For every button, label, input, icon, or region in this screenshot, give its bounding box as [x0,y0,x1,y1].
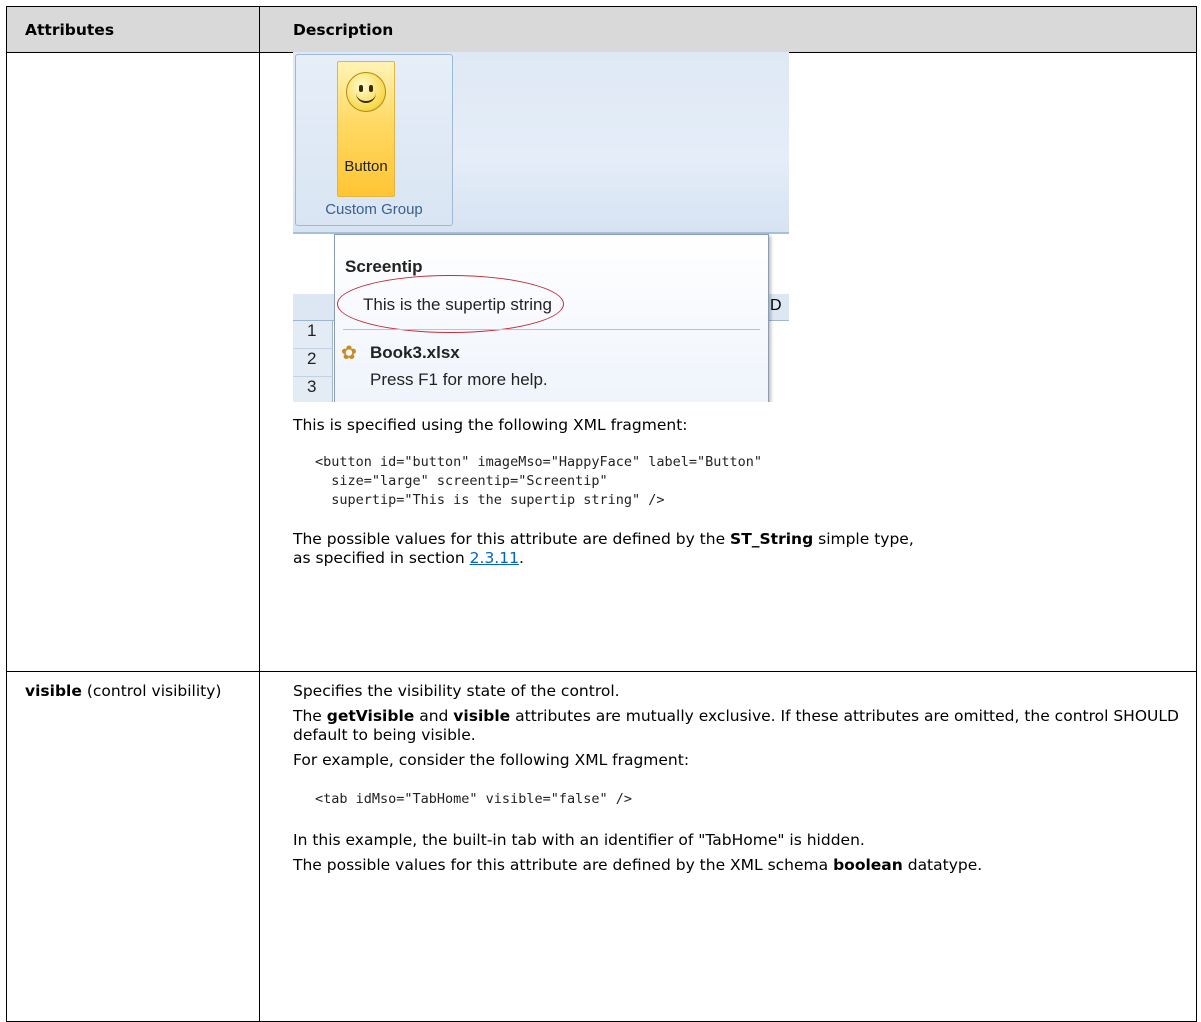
paragraph: The possible values for this attribute a… [293,530,914,567]
paragraph: Specifies the visibility state of the co… [293,682,620,700]
help-text: Press F1 for more help. [370,370,548,389]
file-name: Book3.xlsx [370,343,460,362]
paragraph: The getVisible and visible attributes ar… [293,707,1179,744]
group-label: Custom Group [325,201,423,218]
section-link[interactable]: 2.3.11 [470,549,519,567]
ribbon-screenshot: Button Custom Group D 1 2 3 Screentip Th… [293,52,789,402]
row-number[interactable]: 1 [293,321,333,349]
divider [343,329,760,330]
custom-group: Button Custom Group [295,54,453,226]
paragraph: In this example, the built-in tab with a… [293,831,865,849]
description-cell: Button Custom Group D 1 2 3 Screentip Th… [259,52,1197,672]
attribute-name-cell [6,52,260,672]
column-header-d: D [770,297,782,314]
paragraph: This is specified using the following XM… [293,416,688,434]
type-name: ST_String [730,530,814,548]
description-cell: Specifies the visibility state of the co… [259,671,1197,1022]
xml-code-block: <button id="button" imageMso="HappyFace"… [315,454,763,508]
attribute-name: visible [25,682,82,700]
header-description: Description [259,6,1197,53]
ribbon-area: Button Custom Group [293,52,789,234]
paragraph: For example, consider the following XML … [293,751,690,769]
row-number[interactable]: 2 [293,349,333,377]
attribute-name-cell: visible (control visibility) [6,671,260,1022]
table-header-row: Attributes Description [6,6,1197,53]
table-row: Button Custom Group D 1 2 3 Screentip Th… [6,52,1197,672]
screentip-popup: Screentip This is the supertip string ✿ … [334,234,769,402]
row-number[interactable]: 3 [293,377,333,402]
supertip-text: This is the supertip string [363,295,552,314]
attributes-table: Attributes Description Button Custom Gro… [6,6,1197,1022]
screentip-title: Screentip [345,257,423,276]
attribute-name-detail: (control visibility) [81,682,222,700]
button-label: Button [344,158,388,175]
xml-code-block: <tab idMso="TabHome" visible="false" /> [315,791,632,807]
happy-face-icon [346,72,386,112]
office-help-icon: ✿ [341,343,357,364]
happyface-button[interactable]: Button [337,61,395,197]
header-attributes: Attributes [6,6,260,53]
table-row: visible (control visibility) Specifies t… [6,671,1197,1022]
paragraph: The possible values for this attribute a… [293,856,983,874]
